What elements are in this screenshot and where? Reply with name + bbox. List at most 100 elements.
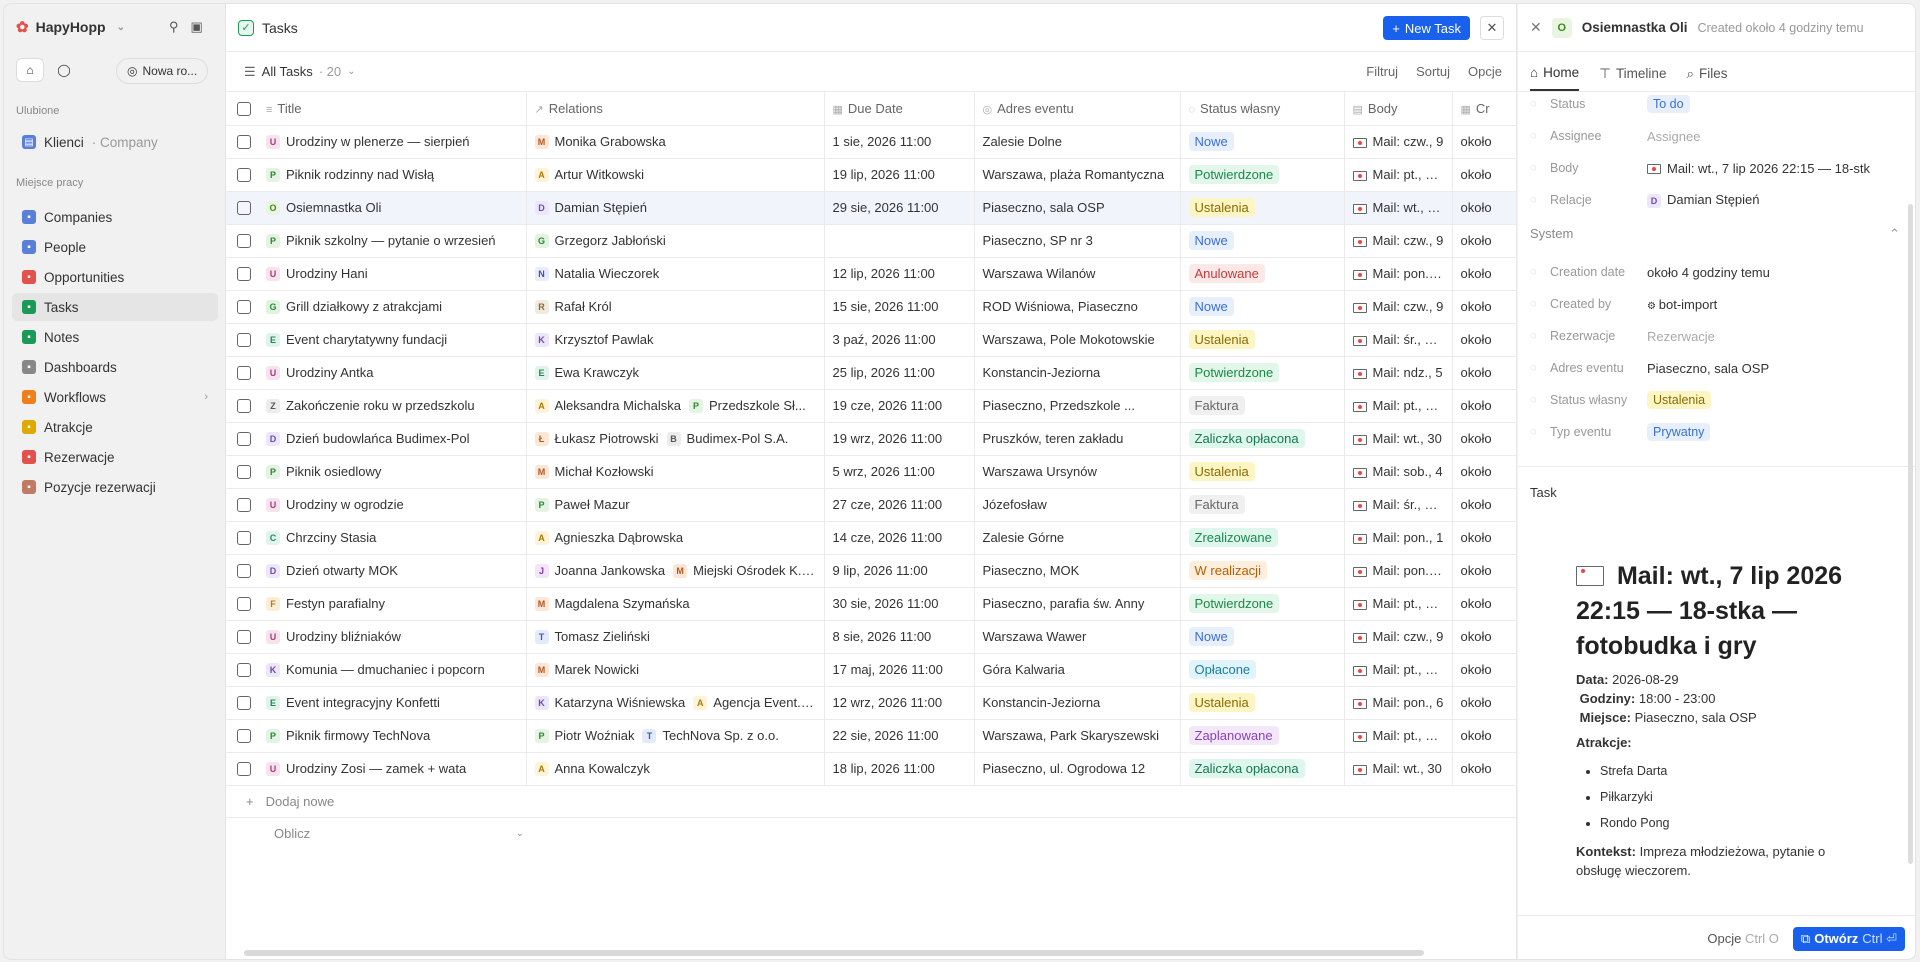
checkbox[interactable] [237,432,251,447]
field-status[interactable]: ◌ Status To do [1530,90,1900,118]
relation-chip[interactable]: P Przedszkole Sł... [688,398,806,414]
options-button[interactable]: Opcje Ctrl O [1707,931,1779,946]
table-row[interactable]: D Dzień budowlańca Budimex-Pol Ł Łukasz Pio… [226,422,1517,456]
body-cell[interactable]: Mail: sob., 4 [1344,455,1453,489]
relations-cell[interactable]: A Anna Kowalczyk [526,752,825,786]
body-cell[interactable]: Mail: pt., 26 c [1344,719,1453,753]
table-row[interactable]: F Festyn parafialny M Magdalena Szymańska 30… [226,587,1517,621]
sidebar-item-people[interactable]: ▪ People [12,233,218,261]
relation-chip[interactable]: E Ewa Krawczyk [534,365,639,381]
table-row[interactable]: U Urodziny w plenerze — sierpień M Monika G… [226,125,1517,159]
checkbox[interactable] [237,630,251,645]
relations-cell[interactable]: J Joanna Jankowska M Miejski Ośrodek K... [526,554,825,588]
relation-chip[interactable]: K Krzysztof Pawlak [534,332,653,348]
created-cell[interactable]: około [1452,125,1517,159]
sidebar-item-pozycje-rezerwacji[interactable]: ▪ Pozycje rezerwacji [12,473,218,501]
close-icon[interactable]: ✕ [1530,19,1542,36]
view-switcher[interactable]: ☰ All Tasks · 20 ⌄ [244,64,356,80]
checkbox[interactable] [237,168,251,183]
created-cell[interactable]: około [1452,290,1517,324]
table-row[interactable]: K Komunia — dmuchaniec i popcorn M Marek No… [226,653,1517,687]
body-cell[interactable]: Mail: czw., 9 [1344,620,1453,654]
body-cell[interactable]: Mail: czw., 9 [1344,224,1453,258]
title-cell[interactable]: E Event charytatywny fundacji [258,323,527,357]
address-cell[interactable]: Pruszków, teren zakładu [974,422,1181,456]
created-cell[interactable]: około [1452,158,1517,192]
address-cell[interactable]: Warszawa, Pole Mokotowskie [974,323,1181,357]
horizontal-scrollbar[interactable] [244,950,1424,956]
address-cell[interactable]: Piaseczno, parafia św. Anny [974,587,1181,621]
body-cell[interactable]: Mail: czw., 9 [1344,125,1453,159]
address-cell[interactable]: Piaseczno, MOK [974,554,1181,588]
due-date-cell[interactable]: 17 maj, 2026 11:00 [824,653,975,687]
body-cell[interactable]: Mail: pon., 1 [1344,521,1453,555]
created-cell[interactable]: około [1452,455,1517,489]
checkbox[interactable] [237,399,251,414]
relation-chip[interactable]: A Aleksandra Michalska [534,398,681,414]
address-cell[interactable]: Konstancin-Jeziorna [974,356,1181,390]
title-cell[interactable]: P Piknik osiedlowy [258,455,527,489]
column-header-title[interactable]: ≡ Title [258,92,527,126]
relation-chip[interactable]: A Anna Kowalczyk [534,761,650,777]
status-cell[interactable]: Ustalenia [1180,455,1345,489]
due-date-cell[interactable]: 18 lip, 2026 11:00 [824,752,975,786]
table-row[interactable]: U Urodziny w ogrodzie P Paweł Mazur 27 cze, … [226,488,1517,522]
relations-cell[interactable]: A Aleksandra Michalska P Przedszkole Sł... [526,389,825,423]
address-cell[interactable]: Piaseczno, SP nr 3 [974,224,1181,258]
relations-cell[interactable]: K Krzysztof Pawlak [526,323,825,357]
field-value[interactable]: Rezerwacje [1647,329,1715,344]
created-cell[interactable]: około [1452,356,1517,390]
address-cell[interactable]: Warszawa Wilanów [974,257,1181,291]
field-typ-eventu[interactable]: ◌ Typ eventu Prywatny [1530,418,1900,446]
created-cell[interactable]: około [1452,554,1517,588]
body-cell[interactable]: Mail: śr., 10 c [1344,488,1453,522]
row-checkbox-cell[interactable] [226,422,258,456]
row-checkbox-cell[interactable] [226,587,258,621]
checkbox[interactable] [237,102,251,117]
created-cell[interactable]: około [1452,587,1517,621]
field-body[interactable]: ◌ Body Mail: wt., 7 lip 2026 22:15 — 18-st… [1530,154,1900,182]
tab-timeline[interactable]: ⊤ Timeline [1599,66,1666,91]
title-cell[interactable]: P Piknik rodzinny nad Wisłą [258,158,527,192]
body-cell[interactable]: Mail: czw., 9 [1344,290,1453,324]
field-value[interactable]: ⚙ bot-import [1647,297,1717,312]
sidebar-item-atrakcje[interactable]: ▪ Atrakcje [12,413,218,441]
address-cell[interactable]: Zalesie Dolne [974,125,1181,159]
row-checkbox-cell[interactable] [226,719,258,753]
field-value[interactable]: D Damian Stępień [1647,192,1760,208]
relations-cell[interactable]: E Ewa Krawczyk [526,356,825,390]
address-cell[interactable]: Piaseczno, Przedszkole ... [974,389,1181,423]
status-cell[interactable]: Potwierdzone [1180,158,1345,192]
body-cell[interactable]: Mail: ndz., 5 [1344,356,1453,390]
tab-home[interactable]: ⌂ Home [1530,65,1580,91]
title-cell[interactable]: C Chrzciny Stasia [258,521,527,555]
relation-chip[interactable]: P Piotr Woźniak [534,728,634,744]
row-checkbox-cell[interactable] [226,653,258,687]
title-cell[interactable]: U Urodziny w ogrodzie [258,488,527,522]
row-checkbox-cell[interactable] [226,554,258,588]
field-status-własny[interactable]: ◌ Status własny Ustalenia [1530,386,1900,414]
relation-chip[interactable]: N Natalia Wieczorek [534,266,659,282]
created-cell[interactable]: około [1452,521,1517,555]
address-cell[interactable]: Zalesie Górne [974,521,1181,555]
relations-cell[interactable]: P Piotr Woźniak T TechNova Sp. z o.o. [526,719,825,753]
created-cell[interactable]: około [1452,191,1517,225]
checkbox[interactable] [237,234,251,249]
row-checkbox-cell[interactable] [226,257,258,291]
title-cell[interactable]: U Urodziny bliźniaków [258,620,527,654]
title-cell[interactable]: P Piknik firmowy TechNova [258,719,527,753]
status-cell[interactable]: Zaliczka opłacona [1180,752,1345,786]
created-cell[interactable]: około [1452,719,1517,753]
status-cell[interactable]: Ustalenia [1180,323,1345,357]
title-cell[interactable]: F Festyn parafialny [258,587,527,621]
relation-chip[interactable]: B Budimex-Pol S.A. [666,431,788,447]
row-checkbox-cell[interactable] [226,158,258,192]
status-cell[interactable]: Faktura [1180,389,1345,423]
field-rezerwacje[interactable]: ◌ Rezerwacje Rezerwacje [1530,322,1900,350]
relations-cell[interactable]: M Marek Nowicki [526,653,825,687]
field-value[interactable]: Ustalenia [1647,391,1712,409]
relation-chip[interactable]: A Agencja Event... [693,695,808,711]
address-cell[interactable]: Piaseczno, ul. Ogrodowa 12 [974,752,1181,786]
calculate-button[interactable]: Oblicz ⌄ [226,818,536,850]
table-row[interactable]: U Urodziny Zosi — zamek + wata A Anna Kowal… [226,752,1517,786]
